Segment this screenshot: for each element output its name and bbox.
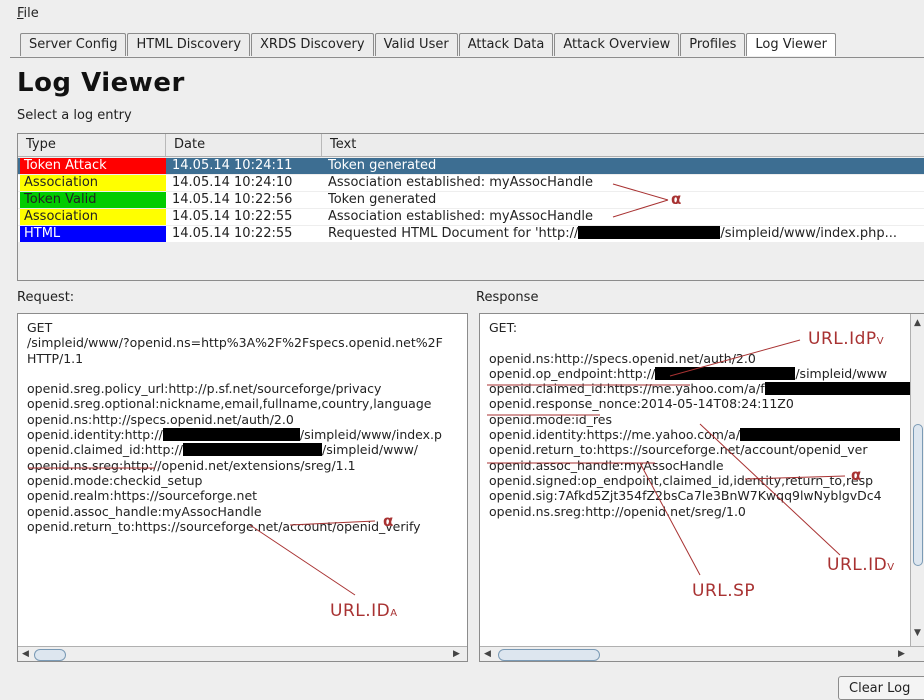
url-ida-text: URL.ID — [330, 601, 391, 621]
alpha-connector-line — [289, 520, 376, 526]
url-idv-annotation: URL.IDV — [827, 555, 895, 575]
url-idp-annotation: URL.IdPV — [808, 329, 884, 349]
url-ida-annotation: URL.IDA — [330, 601, 398, 621]
url-idp-text: URL.IdP — [808, 329, 877, 349]
url-idp-subscript: V — [876, 336, 885, 347]
url-ida-subscript: A — [390, 608, 398, 619]
alpha-connector-line — [612, 183, 669, 201]
alpha-annotation: α — [851, 466, 862, 484]
url-sp-annotation: URL.SP — [692, 581, 756, 601]
url-ida-connector-line — [249, 524, 356, 596]
url-sp-connector-line — [639, 462, 701, 576]
url-idv-subscript: V — [887, 562, 895, 573]
url-idv-text: URL.ID — [827, 555, 888, 575]
annotation-lines — [28, 183, 846, 596]
url-idv-connector-line — [699, 423, 841, 556]
alpha-annotation: α — [383, 512, 394, 530]
url-idp-connector-line — [669, 339, 801, 377]
alpha-connector-line — [744, 475, 846, 480]
alpha-connector-line — [612, 199, 669, 218]
alpha-annotation: α — [671, 190, 682, 208]
